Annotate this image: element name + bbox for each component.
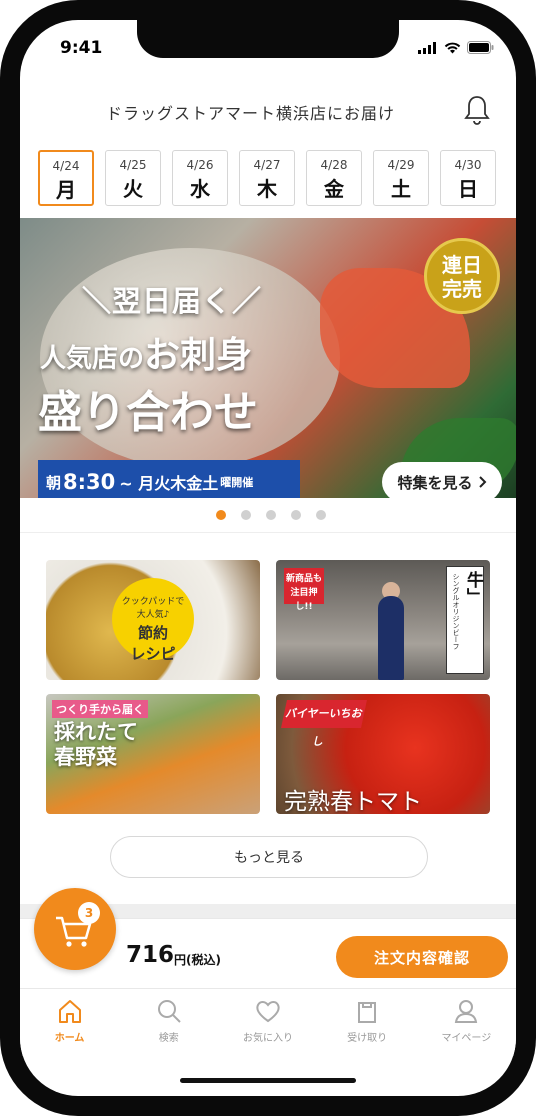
seal-line-4: レシピ — [130, 645, 176, 663]
tomato-tile[interactable]: バイヤーいちおし 完熟春トマト — [276, 694, 490, 814]
device-frame: 9:41 ドラッグストアマート横浜店にお届け 4/24 月 4/25 火 4/2… — [0, 0, 536, 1116]
tab-search[interactable]: 検索 — [119, 989, 218, 1056]
date-chip-4-30[interactable]: 4/30 日 — [440, 150, 496, 206]
weekday-label: 日 — [458, 177, 478, 201]
farmer-figure — [378, 596, 404, 680]
tab-label: 検索 — [158, 1033, 179, 1044]
date-label: 4/24 — [52, 159, 80, 173]
carousel-dot[interactable] — [316, 510, 326, 520]
banner-headline-main: お刺身 — [144, 335, 253, 376]
tab-label: ホーム — [54, 1033, 85, 1044]
status-icons — [418, 41, 494, 54]
date-label: 4/29 — [387, 158, 415, 172]
seal-line-1: クックパッドで — [121, 597, 185, 607]
date-chip-4-27[interactable]: 4/27 木 — [239, 150, 295, 206]
bell-icon[interactable] — [462, 94, 492, 126]
confirm-order-button[interactable]: 注文内容確認 — [336, 936, 508, 978]
banner-schedule-strip: 朝 8:30 ~ 月火木金土 曜開催 — [38, 460, 300, 498]
date-chip-4-25[interactable]: 4/25 火 — [105, 150, 161, 206]
date-label: 4/30 — [454, 158, 482, 172]
date-chip-4-28[interactable]: 4/28 金 — [306, 150, 362, 206]
section-divider — [20, 532, 516, 533]
beef-title: 「葉山石井牛」 — [463, 571, 490, 656]
signal-icon — [418, 41, 436, 54]
beef-tile[interactable]: 新商品も注目押し!! シングルオリジンビーフ 「葉山石井牛」 — [276, 560, 490, 680]
schedule-days: ~ 月火木金土 — [119, 474, 219, 493]
wifi-icon — [444, 42, 461, 53]
search-icon — [157, 1000, 181, 1023]
beef-subtitle: シングルオリジンビーフ — [452, 573, 460, 650]
tomato-title: 完熟春トマト — [284, 789, 422, 814]
buyer-pick-tag: バイヤーいちおし — [281, 700, 367, 748]
delivery-date-selector: 4/24 月 4/25 火 4/26 水 4/27 木 4/28 金 4/29 … — [38, 150, 496, 206]
tab-favorites[interactable]: お気に入り — [218, 989, 317, 1056]
home-indicator[interactable] — [180, 1078, 356, 1083]
delivery-store-title: ドラッグストアマート横浜店にお届け — [106, 104, 396, 123]
home-icon — [58, 1000, 81, 1023]
carousel-dot[interactable] — [241, 510, 251, 520]
schedule-suffix: 曜開催 — [220, 476, 254, 489]
weekday-label: 金 — [324, 177, 344, 201]
weekday-label: 土 — [391, 177, 411, 201]
sold-out-badge: 連日 完売 — [424, 238, 500, 314]
app-screen: 9:41 ドラッグストアマート横浜店にお届け 4/24 月 4/25 火 4/2… — [20, 20, 516, 1096]
weekday-label: 水 — [190, 177, 210, 201]
new-product-label: 新商品も注目押し!! — [284, 568, 324, 612]
date-chip-4-26[interactable]: 4/26 水 — [172, 150, 228, 206]
vegetables-tile[interactable]: つくり手から届く 採れたて 春野菜 — [46, 694, 260, 814]
banner-headline-2: 盛り合わせ — [38, 387, 258, 438]
date-chip-4-24[interactable]: 4/24 月 — [38, 150, 94, 206]
schedule-prefix: 朝 — [46, 473, 62, 492]
battery-icon — [467, 41, 494, 54]
tab-label: 受け取り — [347, 1033, 388, 1044]
notch — [137, 20, 399, 58]
user-icon — [455, 1000, 478, 1023]
view-feature-label: 特集を見る — [397, 473, 473, 492]
date-label: 4/28 — [320, 158, 348, 172]
date-label: 4/26 — [186, 158, 214, 172]
tab-mypage[interactable]: マイページ — [417, 989, 516, 1056]
carousel-dot[interactable] — [291, 510, 301, 520]
banner-headline-prefix: 人気店の — [40, 344, 145, 374]
date-chip-4-29[interactable]: 4/29 土 — [373, 150, 429, 206]
recipe-seal: クックパッドで 大人気♪ 節約 レシピ — [112, 578, 194, 663]
vegetables-title-2: 春野菜 — [54, 745, 117, 769]
cart-count-badge: 3 — [78, 902, 100, 924]
tab-label: マイページ — [441, 1033, 492, 1044]
status-time: 9:41 — [60, 38, 103, 58]
bag-icon — [358, 1002, 377, 1023]
weekday-label: 月 — [56, 178, 76, 202]
carousel-indicator — [216, 510, 326, 520]
schedule-time: 8:30 — [63, 470, 116, 494]
seal-line-2: 大人気♪ — [136, 610, 170, 620]
see-more-button[interactable]: もっと見る — [110, 836, 428, 878]
tab-pickup[interactable]: 受け取り — [318, 989, 417, 1056]
tab-label: お気に入り — [242, 1033, 293, 1044]
chevron-right-icon — [478, 476, 486, 488]
date-label: 4/25 — [119, 158, 147, 172]
bottom-tab-bar: ホーム 検索 お気に入り 受け取り マイページ — [20, 988, 516, 1056]
recipe-tile[interactable]: クックパッドで 大人気♪ 節約 レシピ — [46, 560, 260, 680]
tab-home[interactable]: ホーム — [20, 989, 119, 1056]
badge-line-1: 連日 — [442, 253, 482, 277]
date-label: 4/27 — [253, 158, 281, 172]
heart-icon — [256, 1001, 280, 1023]
view-feature-button[interactable]: 特集を見る — [382, 462, 502, 498]
sashimi-banner[interactable]: ＼翌日届く／ 人気店のお刺身 盛り合わせ 連日 完売 朝 8:30 ~ 月火木金… — [20, 218, 516, 498]
app-header: ドラッグストアマート横浜店にお届け — [20, 90, 516, 130]
cart-button[interactable]: 3 — [34, 888, 116, 970]
cart-total-unit: 円(税込) — [174, 953, 221, 967]
beef-title-box: シングルオリジンビーフ 「葉山石井牛」 — [446, 566, 490, 674]
cart-total: 716 — [126, 942, 175, 968]
seal-line-3: 節約 — [137, 624, 168, 642]
banner-next-day-label: ＼翌日届く／ — [82, 284, 263, 318]
carousel-dot[interactable] — [266, 510, 276, 520]
weekday-label: 火 — [123, 177, 143, 201]
badge-line-2: 完売 — [442, 277, 482, 301]
banner-headline: 人気店のお刺身 — [40, 326, 252, 378]
carousel-dot[interactable] — [216, 510, 226, 520]
weekday-label: 木 — [257, 177, 277, 201]
